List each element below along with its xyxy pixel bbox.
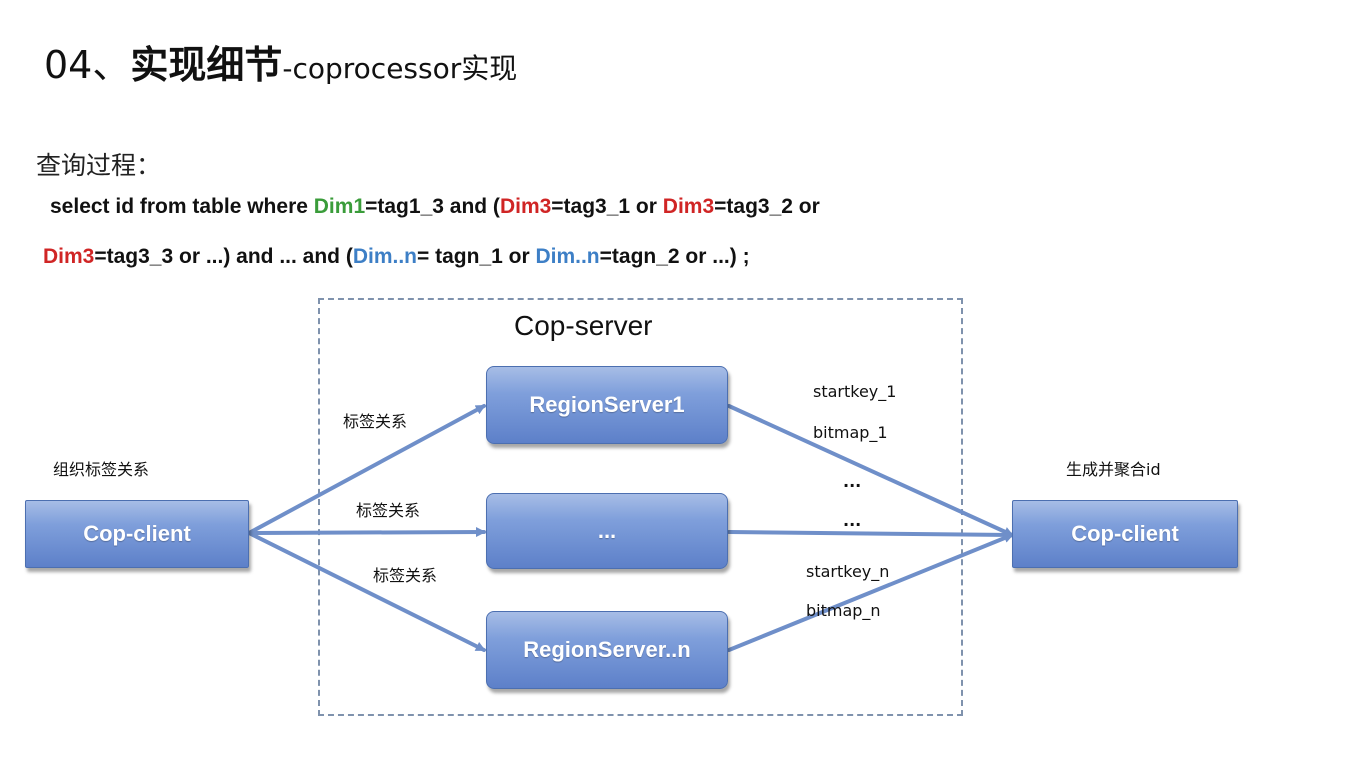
arrow-region-mid-to-client [727,529,1014,540]
region-server-n-node: RegionServer..n [486,611,728,689]
ellipsis-label: ... [843,511,862,530]
arrow-regionn-to-client [727,533,1014,652]
bitmap-n-label: bitmap_n [806,601,881,620]
region-server-mid-node: ... [486,493,728,569]
edge-label-3: 标签关系 [373,566,438,585]
cop-server-label: Cop-server [514,310,653,341]
right-caption: 生成并聚合id [1066,460,1161,479]
cop-client-right-node: Cop-client [1012,500,1238,568]
cop-client-left-node: Cop-client [25,500,249,568]
bitmap-1-label: bitmap_1 [813,423,888,442]
ellipsis-label: ... [843,472,862,491]
left-caption: 组织标签关系 [53,460,150,479]
arrow-client-to-regionn [247,531,486,652]
startkey-n-label: startkey_n [806,562,890,581]
edge-label-2: 标签关系 [356,501,421,520]
startkey-1-label: startkey_1 [813,382,897,401]
region-server-1-node: RegionServer1 [486,366,728,444]
arrow-client-to-region-mid [247,527,486,538]
edge-label-1: 标签关系 [343,412,408,431]
